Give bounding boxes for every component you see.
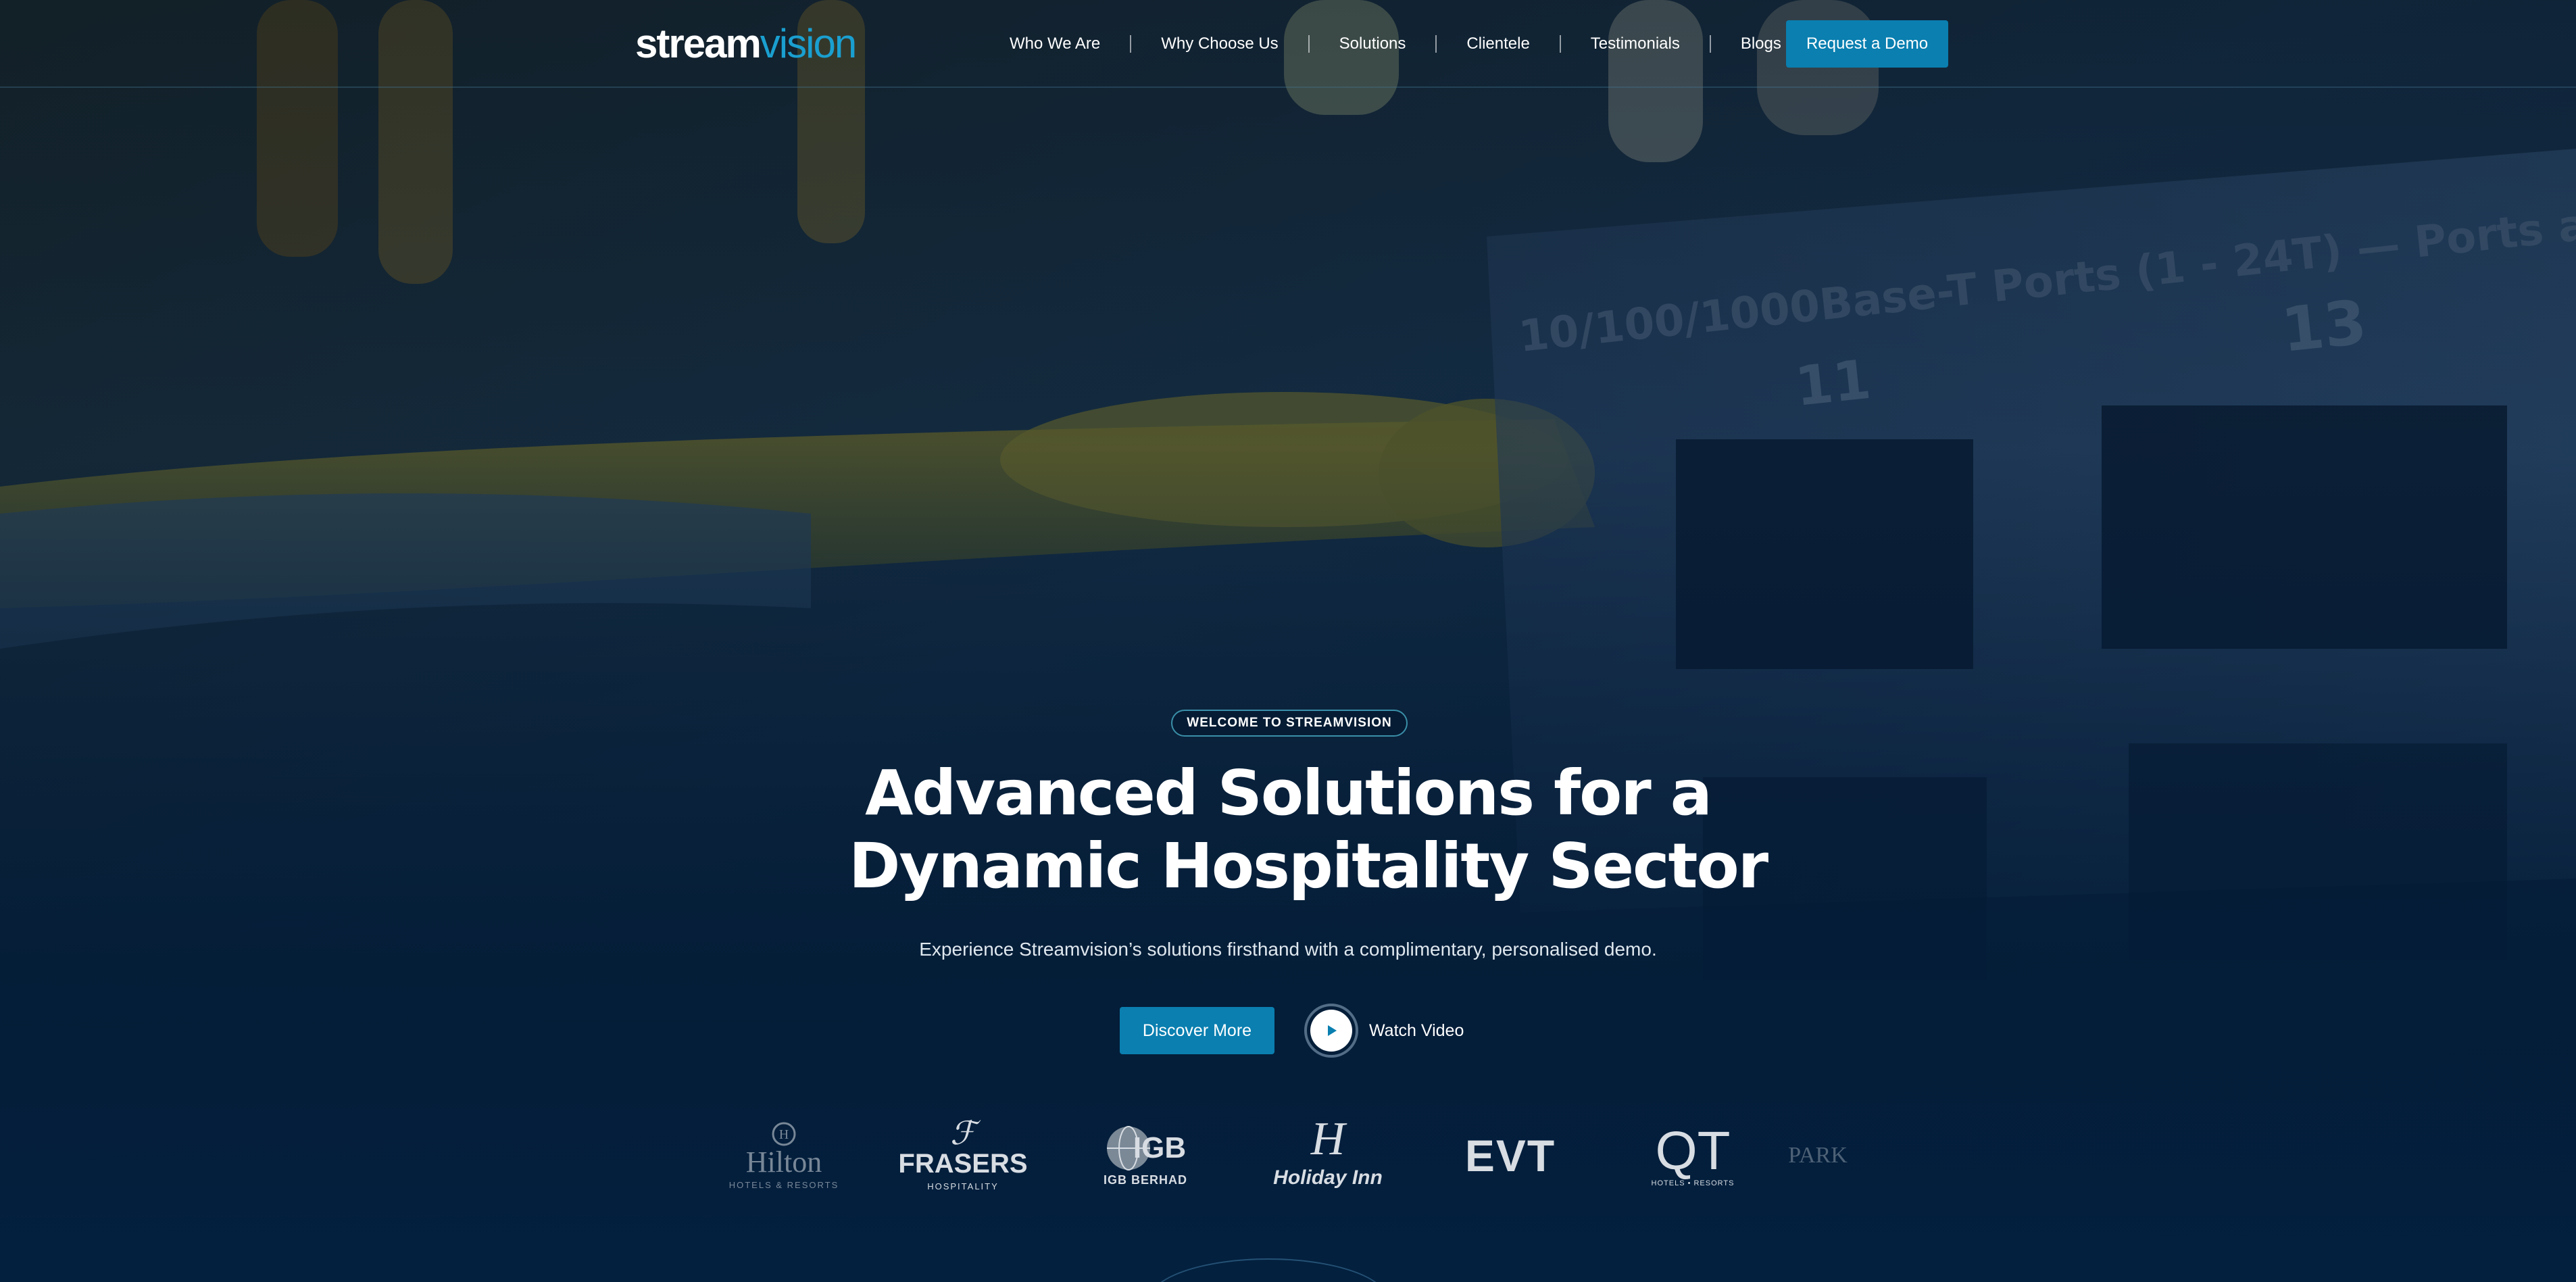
nav-clientele[interactable]: Clientele — [1437, 34, 1559, 53]
play-icon[interactable] — [1310, 1010, 1352, 1052]
client-name: Holiday Inn — [1273, 1166, 1383, 1189]
hero-title-line-1: Advanced Solutions for a — [865, 757, 1712, 829]
welcome-badge: WELCOME TO STREAMVISION — [1171, 710, 1408, 737]
nav-who-we-are[interactable]: Who We Are — [980, 34, 1130, 53]
hero-title: Advanced Solutions for a Dynamic Hospita… — [849, 757, 1768, 903]
client-name: EVT — [1464, 1131, 1556, 1181]
client-subtitle: HOTELS & RESORTS — [728, 1179, 839, 1190]
holiday-inn-h-icon: H — [1310, 1113, 1345, 1165]
nav-testimonials[interactable]: Testimonials — [1561, 34, 1710, 53]
client-logo-evt: EVT — [1443, 1112, 1578, 1200]
igb-mark: IGB — [1105, 1125, 1186, 1172]
watch-video-label[interactable]: Watch Video — [1369, 1021, 1464, 1041]
logo-text-stream: stream — [635, 21, 762, 66]
client-subtitle: HOSPITALITY — [927, 1181, 999, 1191]
svg-text:H: H — [779, 1127, 789, 1142]
watch-video-button[interactable]: Watch Video — [1304, 1004, 1464, 1058]
request-demo-button[interactable]: Request a Demo — [1786, 20, 1948, 68]
client-subtitle: IGB BERHAD — [1103, 1173, 1187, 1187]
main-nav: Who We Are Why Choose Us Solutions Clien… — [980, 0, 1811, 88]
client-logos: H Hilton HOTELS & RESORTS ℱ FRASERS HOSP… — [716, 1112, 1865, 1200]
page: 10/100/1000Base-T Ports (1 - 24T) — Port… — [0, 0, 2576, 1282]
hero-title-line-2: Dynamic Hospitality Sector — [849, 830, 1768, 902]
client-logo-igb: IGB IGB BERHAD — [1078, 1112, 1213, 1200]
client-subtitle: HOTELS • RESORTS — [1651, 1179, 1735, 1187]
client-logo-hilton: H Hilton HOTELS & RESORTS — [716, 1112, 851, 1200]
client-name: PARK — [1788, 1143, 1848, 1168]
hero-subtitle: Experience Streamvision’s solutions firs… — [919, 939, 1657, 960]
client-logo-holiday-inn: H Holiday Inn — [1260, 1112, 1395, 1200]
client-name: FRASERS — [898, 1148, 1028, 1179]
client-name: IGB — [1133, 1131, 1187, 1164]
nav-solutions[interactable]: Solutions — [1310, 34, 1436, 53]
client-logo-park: PARK — [1770, 1112, 1865, 1200]
client-name: QT — [1655, 1120, 1731, 1181]
client-logo-qt: QT HOTELS • RESORTS — [1625, 1112, 1760, 1200]
discover-more-button[interactable]: Discover More — [1120, 1007, 1274, 1054]
site-header: streamvision Who We Are Why Choose Us So… — [0, 0, 2576, 88]
hilton-emblem-icon: H — [772, 1122, 796, 1145]
play-button-ring[interactable] — [1304, 1004, 1358, 1058]
client-name: Hilton — [745, 1145, 822, 1179]
client-logo-frasers: ℱ FRASERS HOSPITALITY — [895, 1112, 1031, 1200]
hero-section: WELCOME TO STREAMVISION Advanced Solutio… — [0, 0, 2576, 1282]
streamvision-logo[interactable]: streamvision — [635, 20, 857, 68]
nav-why-choose-us[interactable]: Why Choose Us — [1131, 34, 1308, 53]
frasers-monogram-icon: ℱ — [950, 1115, 976, 1152]
logo-text-vision: vision — [760, 21, 857, 66]
